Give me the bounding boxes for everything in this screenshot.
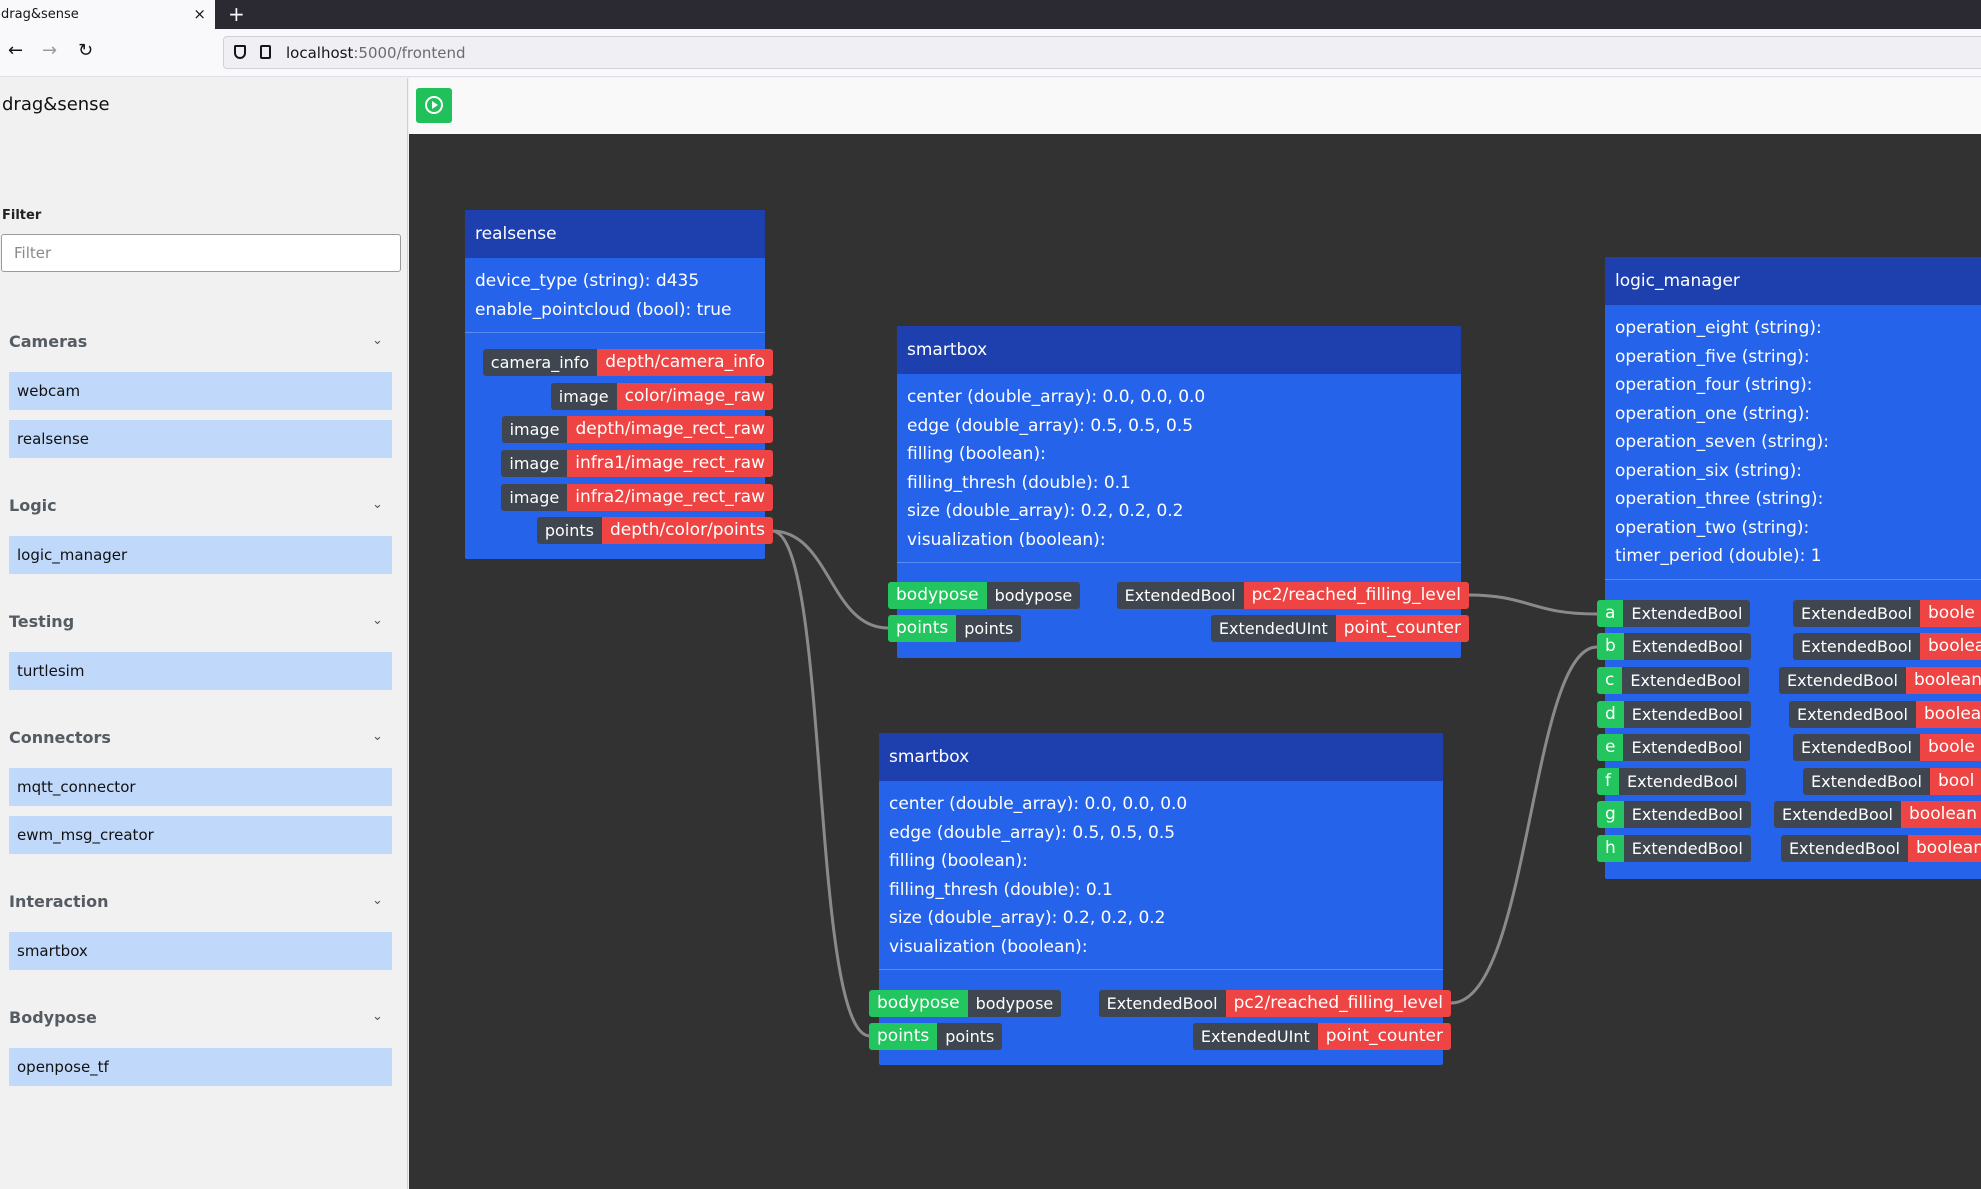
- param: center (double_array): 0.0, 0.0, 0.0: [907, 387, 1206, 407]
- param: timer_period (double): 1: [1615, 546, 1822, 566]
- page-info-icon[interactable]: [260, 45, 271, 59]
- param: operation_six (string):: [1615, 460, 1802, 481]
- param: edge (double_array): 0.5, 0.5, 0.5: [889, 822, 1176, 843]
- output-port[interactable]: ExtendedBool boolean: [1781, 835, 1981, 862]
- param: center (double_array): 0.0, 0.0, 0.0: [889, 794, 1188, 814]
- output-port[interactable]: image infra2/image_rect_raw: [501, 484, 773, 511]
- shield-icon[interactable]: [234, 45, 246, 59]
- input-port[interactable]: c ExtendedBool: [1597, 667, 1750, 694]
- param: visualization (boolean):: [907, 529, 1106, 550]
- chevron-down-icon[interactable]: ⌄: [372, 893, 386, 908]
- input-port[interactable]: g ExtendedBool: [1597, 801, 1751, 828]
- input-port[interactable]: d ExtendedBool: [1597, 701, 1751, 728]
- node-params: operation_eight (string): operation_five…: [1605, 305, 1981, 579]
- node-params: center (double_array): 0.0, 0.0, 0.0 edg…: [897, 374, 1461, 562]
- category-header-testing[interactable]: Testing: [9, 612, 389, 636]
- chevron-down-icon[interactable]: ⌄: [372, 613, 386, 628]
- param: filling_thresh (double): 0.1: [889, 879, 1113, 900]
- output-port[interactable]: ExtendedBool boole: [1793, 734, 1981, 761]
- node-title[interactable]: smartbox: [879, 733, 1443, 781]
- output-port[interactable]: ExtendedBool boolea: [1793, 633, 1981, 660]
- param: filling (boolean):: [907, 444, 1046, 464]
- output-port[interactable]: ExtendedBool boolea: [1789, 701, 1981, 728]
- palette-item-webcam[interactable]: webcam: [9, 372, 392, 410]
- param: enable_pointcloud (bool): true: [475, 299, 732, 320]
- palette-item-smartbox[interactable]: smartbox: [9, 932, 392, 970]
- param: filling_thresh (double): 0.1: [907, 472, 1131, 493]
- param: operation_five (string):: [1615, 346, 1810, 367]
- category-header-interaction[interactable]: Interaction: [9, 892, 389, 916]
- output-port[interactable]: image color/image_raw: [550, 383, 773, 410]
- chevron-down-icon[interactable]: ⌄: [372, 1009, 386, 1024]
- param: visualization (boolean):: [889, 936, 1088, 957]
- input-port[interactable]: e ExtendedBool: [1597, 734, 1751, 761]
- palette-item-logic-manager[interactable]: logic_manager: [9, 536, 392, 574]
- output-port[interactable]: ExtendedUInt point_counter: [1210, 615, 1469, 642]
- back-arrow-icon[interactable]: ←: [8, 41, 23, 61]
- input-port[interactable]: bodypose bodypose: [869, 990, 1062, 1017]
- output-port[interactable]: ExtendedBool boolean: [1779, 667, 1981, 694]
- output-port[interactable]: ExtendedBool boolean: [1774, 801, 1981, 828]
- param: operation_four (string):: [1615, 375, 1813, 395]
- param: device_type (string): d435: [475, 271, 700, 291]
- chevron-down-icon[interactable]: ⌄: [372, 729, 386, 744]
- node-title[interactable]: logic_manager: [1605, 257, 1981, 305]
- input-port[interactable]: f ExtendedBool: [1597, 768, 1746, 795]
- output-port[interactable]: ExtendedBool pc2/reached_filling_level: [1098, 990, 1451, 1017]
- url-text[interactable]: localhost:5000/frontend: [286, 44, 466, 62]
- reload-icon[interactable]: ↻: [78, 41, 93, 61]
- browser-tab-bar: drag&sense × +: [0, 0, 1981, 29]
- chevron-down-icon[interactable]: ⌄: [372, 333, 386, 348]
- param: operation_three (string):: [1615, 489, 1824, 509]
- url-bar[interactable]: localhost:5000/frontend: [223, 36, 1981, 69]
- canvas-toolbar: [409, 78, 1981, 134]
- param: size (double_array): 0.2, 0.2, 0.2: [889, 908, 1166, 928]
- param: edge (double_array): 0.5, 0.5, 0.5: [907, 415, 1194, 436]
- browser-tab[interactable]: drag&sense ×: [0, 0, 215, 29]
- input-port[interactable]: points points: [888, 615, 1022, 642]
- palette-item-mqtt-connector[interactable]: mqtt_connector: [9, 768, 392, 806]
- palette-item-openpose-tf[interactable]: openpose_tf: [9, 1048, 392, 1086]
- browser-nav-bar: ← → ↻ localhost:5000/frontend: [0, 29, 1981, 77]
- new-tab-icon[interactable]: +: [228, 3, 245, 25]
- param: filling (boolean):: [889, 851, 1028, 871]
- close-tab-icon[interactable]: ×: [193, 5, 206, 23]
- palette-item-turtlesim[interactable]: turtlesim: [9, 652, 392, 690]
- output-port[interactable]: image depth/image_rect_raw: [501, 416, 773, 443]
- param: size (double_array): 0.2, 0.2, 0.2: [907, 501, 1184, 521]
- output-port[interactable]: camera_info depth/camera_info: [482, 349, 773, 376]
- category-header-cameras[interactable]: Cameras: [9, 332, 389, 356]
- input-port[interactable]: h ExtendedBool: [1597, 835, 1751, 862]
- input-port[interactable]: points points: [869, 1023, 1003, 1050]
- category-header-bodypose[interactable]: Bodypose: [9, 1008, 389, 1032]
- node-params: device_type (string): d435 enable_pointc…: [465, 258, 765, 332]
- output-port[interactable]: ExtendedUInt point_counter: [1192, 1023, 1451, 1050]
- category-header-logic[interactable]: Logic: [9, 496, 389, 520]
- forward-arrow-icon[interactable]: →: [42, 41, 57, 61]
- filter-input[interactable]: [1, 234, 401, 272]
- param: operation_eight (string):: [1615, 318, 1822, 338]
- param: operation_two (string):: [1615, 517, 1810, 538]
- input-port[interactable]: bodypose bodypose: [888, 582, 1081, 609]
- palette-item-ewm-msg-creator[interactable]: ewm_msg_creator: [9, 816, 392, 854]
- output-port[interactable]: ExtendedBool pc2/reached_filling_level: [1116, 582, 1469, 609]
- category-header-connectors[interactable]: Connectors: [9, 728, 389, 752]
- node-title[interactable]: smartbox: [897, 326, 1461, 374]
- node-title[interactable]: realsense: [465, 210, 765, 258]
- output-port[interactable]: ExtendedBool bool: [1803, 768, 1981, 795]
- filter-label: Filter: [2, 208, 42, 223]
- input-port[interactable]: b ExtendedBool: [1597, 633, 1751, 660]
- output-port[interactable]: points depth/color/points: [536, 517, 773, 544]
- app-title: drag&sense: [2, 94, 110, 115]
- tab-title: drag&sense: [1, 7, 79, 22]
- param: operation_one (string):: [1615, 403, 1810, 424]
- node-params: center (double_array): 0.0, 0.0, 0.0 edg…: [879, 781, 1443, 969]
- chevron-down-icon[interactable]: ⌄: [372, 497, 386, 512]
- input-port[interactable]: a ExtendedBool: [1597, 600, 1751, 627]
- play-button[interactable]: [416, 88, 452, 123]
- param: operation_seven (string):: [1615, 432, 1829, 452]
- palette-item-realsense[interactable]: realsense: [9, 420, 392, 458]
- output-port[interactable]: image infra1/image_rect_raw: [501, 450, 773, 477]
- output-port[interactable]: ExtendedBool boole: [1793, 600, 1981, 627]
